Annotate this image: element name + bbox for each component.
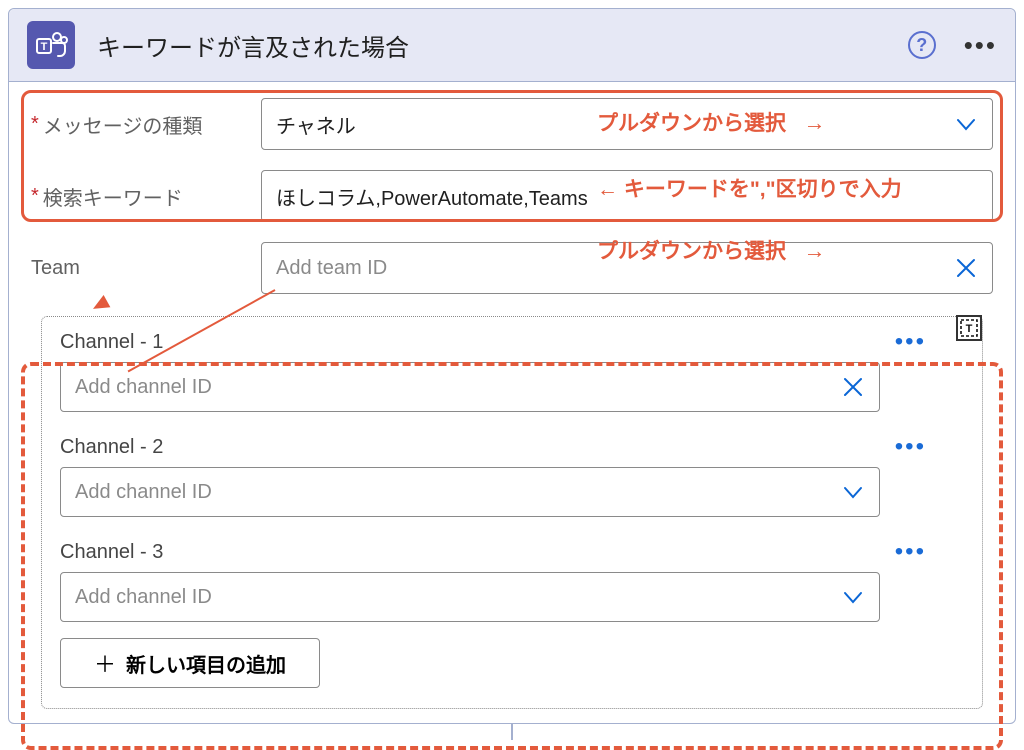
search-keyword-label: *検索キーワード <box>31 182 241 211</box>
channel-3-input[interactable]: Add channel ID <box>60 572 880 622</box>
channel-array-group: T ••• Channel - 1 Add channel ID <box>41 316 983 709</box>
svg-text:T: T <box>966 323 973 335</box>
channel-label: Channel - 3 <box>60 541 964 564</box>
svg-text:T: T <box>41 41 48 53</box>
flow-connector-line <box>511 724 513 740</box>
more-icon[interactable]: ••• <box>964 30 997 61</box>
plus-icon: ＋ <box>94 647 116 679</box>
message-type-select[interactable]: チャネル <box>261 98 993 150</box>
channel-2-input[interactable]: Add channel ID <box>60 467 880 517</box>
chevron-down-icon <box>841 585 865 609</box>
team-select[interactable]: Add team ID <box>261 242 993 294</box>
add-new-item-button[interactable]: ＋ 新しい項目の追加 <box>60 638 320 688</box>
channel-label: Channel - 2 <box>60 436 964 459</box>
team-label: Team <box>31 257 241 280</box>
help-icon[interactable] <box>908 31 936 59</box>
item-menu-icon[interactable]: ••• <box>895 328 926 356</box>
chevron-down-icon <box>954 112 978 136</box>
item-menu-icon[interactable]: ••• <box>895 433 926 461</box>
message-type-label: *メッセージの種類 <box>31 110 241 139</box>
close-icon[interactable] <box>954 256 978 280</box>
search-keyword-input[interactable]: ほしコラム,PowerAutomate,Teams <box>261 170 993 222</box>
item-menu-icon[interactable]: ••• <box>895 538 926 566</box>
chevron-down-icon <box>841 480 865 504</box>
card-header[interactable]: T キーワードが言及された場合 ••• <box>9 9 1015 82</box>
close-icon[interactable] <box>841 375 865 399</box>
channel-1-input[interactable]: Add channel ID <box>60 362 880 412</box>
teams-logo-icon: T <box>27 21 75 69</box>
card-title: キーワードが言及された場合 <box>97 28 409 63</box>
